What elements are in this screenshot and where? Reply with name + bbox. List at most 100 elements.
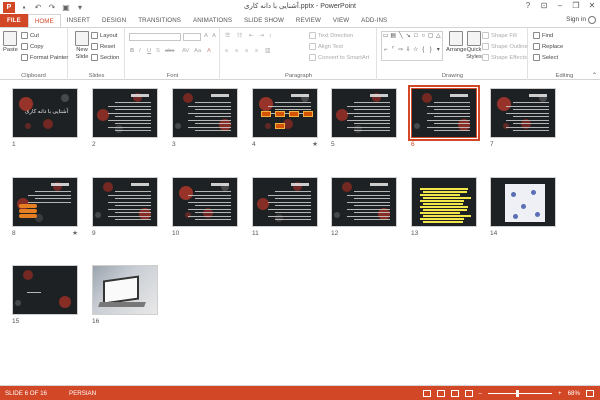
arrange-button[interactable]: Arrange — [446, 31, 467, 54]
brace-shape-icon[interactable]: { — [420, 46, 428, 60]
slide-thumbnail-15[interactable]: 15 — [12, 265, 78, 327]
slide-preview[interactable] — [331, 177, 397, 227]
slide-thumbnail-7[interactable]: 7 — [490, 88, 556, 150]
italic-icon[interactable]: I — [139, 48, 141, 54]
ribbon-display-icon[interactable]: ⊡ — [536, 0, 552, 12]
tab-insert[interactable]: INSERT — [61, 14, 96, 27]
sign-in-link[interactable]: Sign in — [566, 16, 586, 23]
char-spacing-icon[interactable]: AV — [182, 48, 189, 54]
slide-sorter-icon[interactable] — [436, 389, 445, 397]
transition-star-icon[interactable]: ★ — [72, 229, 78, 237]
close-icon[interactable]: ✕ — [584, 0, 600, 12]
reading-view-icon[interactable] — [450, 389, 459, 397]
line-shape-icon[interactable]: ╲ — [397, 32, 405, 46]
underline-icon[interactable]: U — [147, 48, 151, 54]
undo-icon[interactable]: ↶ — [33, 3, 43, 12]
paste-button[interactable]: Paste — [3, 31, 18, 54]
slide-thumbnail-13[interactable]: 13 — [411, 177, 477, 239]
tab-design[interactable]: DESIGN — [96, 14, 132, 27]
slide-thumbnail-6[interactable]: 6 — [408, 85, 480, 150]
slide-preview[interactable] — [490, 177, 556, 227]
redo-icon[interactable]: ↷ — [47, 3, 57, 12]
right-arrow-shape-icon[interactable]: ⇨ — [397, 46, 405, 60]
line-spacing-icon[interactable]: ↕ — [269, 33, 272, 39]
oval-shape-icon[interactable]: ○ — [420, 32, 428, 46]
slide-thumbnail-11[interactable]: 11 — [252, 177, 318, 239]
align-text-button[interactable]: Align Text — [309, 43, 343, 50]
section-button[interactable]: Section — [91, 54, 119, 61]
slide-preview[interactable] — [92, 177, 158, 227]
tab-home[interactable]: HOME — [27, 14, 61, 27]
slide-thumbnail-4[interactable]: 4 ★ — [252, 88, 318, 150]
bold-icon[interactable]: B — [130, 48, 134, 54]
zoom-in-icon[interactable]: + — [558, 390, 562, 397]
rectangle-shape-icon[interactable]: ▭ — [382, 32, 390, 46]
slide-preview[interactable] — [252, 88, 318, 138]
slide-preview[interactable] — [12, 265, 78, 315]
tab-review[interactable]: REVIEW — [290, 14, 327, 27]
slide-thumbnail-16[interactable]: 16 — [92, 265, 158, 327]
slide-thumbnail-9[interactable]: 9 — [92, 177, 158, 239]
grow-font-icon[interactable]: A — [204, 33, 208, 39]
tab-file[interactable]: FILE — [0, 14, 28, 27]
layout-button[interactable]: Layout — [91, 32, 117, 39]
slide-preview[interactable] — [172, 177, 238, 227]
align-right-icon[interactable]: ≡ — [245, 48, 248, 54]
brace-right-shape-icon[interactable]: } — [427, 46, 435, 60]
slideshow-view-icon[interactable] — [464, 389, 473, 397]
shapes-gallery[interactable]: ▭ ▤ ╲ ↘ □ ○ ▢ △ ⌐ ⌜ ⇨ ⇩ ☆ { } ▾ — [381, 31, 443, 61]
zoom-slider[interactable] — [487, 389, 552, 397]
save-icon[interactable]: ▪ — [19, 3, 29, 12]
new-slide-button[interactable]: New Slide — [72, 31, 92, 60]
convert-smartart-button[interactable]: Convert to SmartArt — [309, 54, 369, 61]
start-slideshow-icon[interactable]: ▣ — [61, 3, 71, 12]
restore-icon[interactable]: ❐ — [568, 0, 584, 12]
slide-sorter-view[interactable]: آشنایی با دانه کاری 1 2 3 4 ★ 5 6 7 8 ★ 9 10 11 12 13 14… — [0, 80, 600, 386]
textbox-shape-icon[interactable]: ▤ — [390, 32, 398, 46]
slide-preview[interactable] — [12, 177, 78, 227]
slide-thumbnail-1[interactable]: آشنایی با دانه کاری 1 — [12, 88, 78, 150]
slide-thumbnail-12[interactable]: 12 — [331, 177, 397, 239]
text-direction-button[interactable]: Text Direction — [309, 32, 353, 39]
language-indicator[interactable]: PERSIAN — [69, 390, 96, 397]
more-shapes-icon[interactable]: ▾ — [435, 46, 443, 60]
fit-to-window-icon[interactable] — [586, 389, 594, 397]
slide-thumbnail-14[interactable]: 14 — [490, 177, 556, 239]
bullets-icon[interactable]: ☰ — [225, 33, 230, 39]
shadow-icon[interactable]: S — [156, 48, 160, 54]
tab-animations[interactable]: ANIMATIONS — [187, 14, 238, 27]
rounded-rect-shape-icon[interactable]: ▢ — [427, 32, 435, 46]
zoom-level[interactable]: 68% — [568, 390, 580, 397]
slide-thumbnail-2[interactable]: 2 — [92, 88, 158, 150]
slide-preview[interactable] — [490, 88, 556, 138]
shape-fill-button[interactable]: Shape Fill — [482, 32, 517, 39]
slide-preview[interactable] — [92, 265, 158, 315]
slide-preview[interactable]: آشنایی با دانه کاری — [12, 88, 78, 138]
slide-thumbnail-8[interactable]: 8 ★ — [12, 177, 78, 239]
collapse-ribbon-icon[interactable]: ⌃ — [592, 72, 597, 79]
font-color-icon[interactable]: A — [207, 48, 211, 54]
slide-preview[interactable] — [252, 177, 318, 227]
align-center-icon[interactable]: ≡ — [235, 48, 238, 54]
slide-preview[interactable] — [92, 88, 158, 138]
tab-view[interactable]: VIEW — [327, 14, 355, 27]
customize-qat-icon[interactable]: ▾ — [75, 3, 85, 12]
zoom-out-icon[interactable]: – — [479, 390, 482, 397]
replace-button[interactable]: Replace — [533, 43, 563, 50]
decrease-indent-icon[interactable]: ⇤ — [249, 33, 254, 39]
tab-transitions[interactable]: TRANSITIONS — [132, 14, 187, 27]
minimize-icon[interactable]: – — [552, 0, 568, 12]
shape-effects-button[interactable]: Shape Effects — [482, 54, 527, 61]
find-button[interactable]: Find — [533, 32, 553, 39]
star-shape-icon[interactable]: ☆ — [412, 46, 420, 60]
slide-preview[interactable] — [411, 177, 477, 227]
shape-outline-button[interactable]: Shape Outline — [482, 43, 528, 50]
cut-button[interactable]: Cut — [21, 32, 39, 39]
normal-view-icon[interactable] — [422, 389, 431, 397]
user-icon[interactable] — [588, 16, 596, 24]
slide-thumbnail-5[interactable]: 5 — [331, 88, 397, 150]
tab-add-ins[interactable]: ADD-INS — [355, 14, 393, 27]
change-case-icon[interactable]: Aa — [194, 48, 201, 54]
select-button[interactable]: Select — [533, 54, 558, 61]
increase-indent-icon[interactable]: ⇥ — [259, 33, 264, 39]
